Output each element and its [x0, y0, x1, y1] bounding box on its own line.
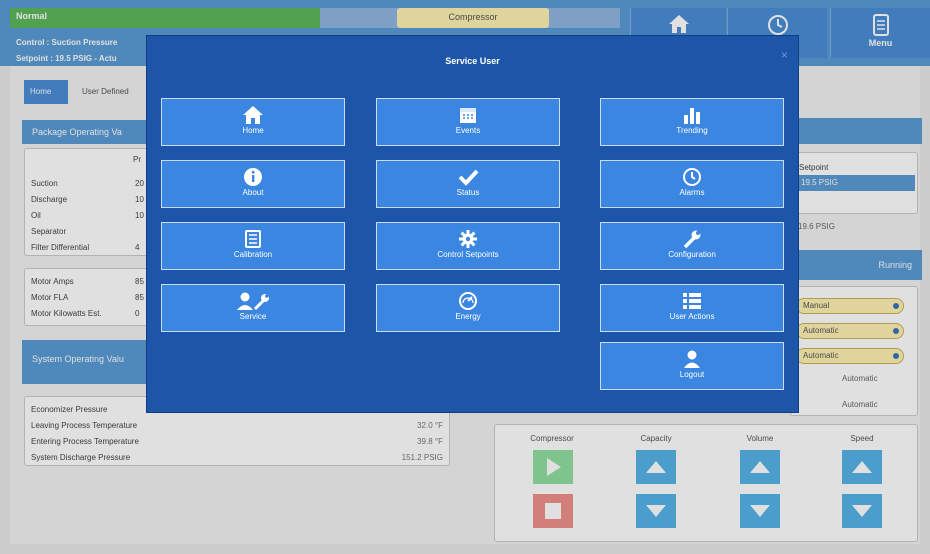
energy-button-label: Energy [455, 312, 481, 321]
alarms-button-label: Alarms [679, 188, 705, 197]
close-icon[interactable]: × [781, 48, 788, 62]
wrench-icon [683, 230, 701, 249]
user-wrench-icon [237, 292, 269, 311]
status-button[interactable]: Status [376, 160, 560, 208]
about-button-label: About [242, 188, 264, 197]
clock-icon [683, 168, 701, 186]
user-actions-button-label: User Actions [669, 312, 715, 321]
logout-button[interactable]: Logout [600, 342, 784, 390]
about-button[interactable]: About [161, 160, 345, 208]
service-button-label: Service [239, 312, 267, 321]
bar-chart-icon [684, 108, 700, 124]
calibration-button[interactable]: Calibration [161, 222, 345, 270]
checkmark-icon [458, 169, 479, 186]
list-icon [683, 293, 701, 309]
service-button[interactable]: Service [161, 284, 345, 332]
gauge-icon [459, 292, 477, 310]
user-actions-button[interactable]: User Actions [600, 284, 784, 332]
trending-button-label: Trending [676, 126, 708, 135]
configuration-button[interactable]: Configuration [600, 222, 784, 270]
info-icon [244, 168, 262, 186]
home-button-label: Home [242, 126, 264, 135]
home-button[interactable]: Home [161, 98, 345, 146]
trending-button[interactable]: Trending [600, 98, 784, 146]
energy-button[interactable]: Energy [376, 284, 560, 332]
control-setpoints-button-label: Control Setpoints [437, 250, 499, 259]
events-button[interactable]: Events [376, 98, 560, 146]
home-icon [243, 106, 263, 124]
status-button-label: Status [456, 188, 480, 197]
logout-button-label: Logout [679, 370, 705, 379]
modal-title: Service User [445, 56, 500, 66]
gear-icon [459, 230, 477, 248]
configuration-button-label: Configuration [668, 250, 716, 259]
calibration-icon [245, 230, 261, 248]
service-user-modal: Service User × Home Events Trending Abou… [146, 35, 799, 413]
alarms-button[interactable]: Alarms [600, 160, 784, 208]
calendar-icon [460, 108, 476, 123]
events-button-label: Events [455, 126, 481, 135]
calibration-button-label: Calibration [233, 250, 273, 259]
control-setpoints-button[interactable]: Control Setpoints [376, 222, 560, 270]
user-icon [684, 350, 700, 368]
